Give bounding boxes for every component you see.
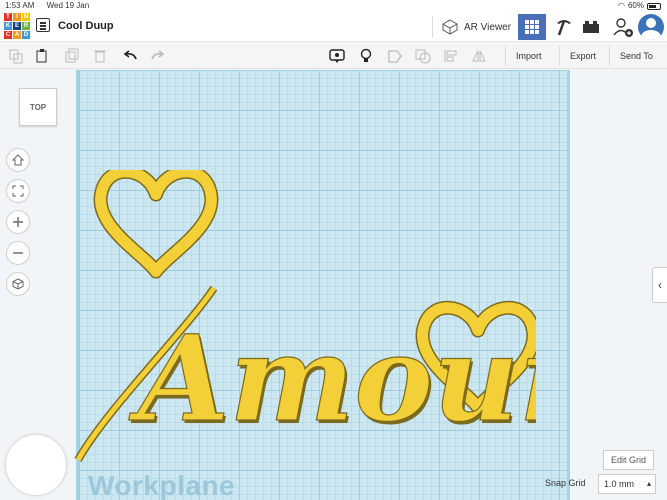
export-button[interactable]: Export: [559, 46, 606, 66]
perspective-button[interactable]: [6, 272, 30, 296]
ar-cube-icon: [442, 19, 458, 35]
logo-letter: R: [22, 22, 30, 30]
edit-toolbar: Import Export Send To: [0, 43, 667, 69]
delete-icon[interactable]: [92, 48, 108, 64]
undo-icon[interactable]: [122, 48, 138, 64]
logo-letter: T: [4, 13, 12, 21]
battery-icon: [647, 2, 661, 10]
logo-letter: D: [22, 31, 30, 39]
snap-grid-label: Snap Grid: [545, 478, 586, 488]
logo-letter: A: [13, 31, 21, 39]
edit-grid-button[interactable]: Edit Grid: [603, 450, 655, 470]
chevron-left-icon: ‹: [658, 278, 662, 292]
battery-percent: 60%: [627, 1, 644, 10]
design-menu-icon[interactable]: [36, 18, 50, 32]
amour-text-model[interactable]: AmourAmour: [66, 170, 536, 480]
zoom-out-button[interactable]: [6, 241, 30, 265]
light-bulb-icon[interactable]: [358, 48, 374, 64]
wifi-icon: ◠: [618, 1, 625, 10]
home-icon: [12, 154, 24, 166]
cube-icon: [12, 278, 24, 290]
invite-user-icon[interactable]: [612, 16, 634, 38]
group-icon[interactable]: [415, 48, 431, 64]
duplicate-icon[interactable]: [64, 48, 80, 64]
tinkercad-logo[interactable]: TIN KER CAD: [4, 13, 30, 39]
logo-letter: E: [13, 22, 21, 30]
design-title[interactable]: Cool Duup: [58, 20, 114, 32]
status-time: 1:53 AM: [5, 1, 35, 10]
send-to-button[interactable]: Send To: [609, 46, 663, 66]
workspace-canvas[interactable]: Workplane TOP ‹ Edit Grid Snap Grid 1.0 …: [0, 70, 667, 500]
home-view-button[interactable]: [6, 148, 30, 172]
status-bar: 1:53 AM Wed 19 Jan ◠ 60%: [0, 0, 667, 12]
header-divider: [432, 16, 433, 38]
logo-letter: K: [4, 22, 12, 30]
logo-letter: C: [4, 31, 12, 39]
user-avatar[interactable]: [638, 14, 664, 40]
ar-viewer-button[interactable]: AR Viewer: [442, 16, 511, 38]
shape-solid-icon[interactable]: [387, 48, 403, 64]
grid-icon: [525, 20, 539, 34]
import-button[interactable]: Import: [505, 46, 552, 66]
view-cube[interactable]: TOP: [19, 88, 57, 126]
fit-view-button[interactable]: [6, 179, 30, 203]
3d-view-button[interactable]: [518, 14, 546, 40]
logo-letter: N: [22, 13, 30, 21]
app-header: TIN KER CAD Cool Duup AR Viewer: [0, 12, 667, 42]
status-date: Wed 19 Jan: [46, 1, 90, 10]
shapes-panel-toggle[interactable]: ‹: [652, 267, 667, 303]
align-icon[interactable]: [443, 48, 459, 64]
paste-icon[interactable]: [34, 48, 50, 64]
snap-grid-select[interactable]: 1.0 mm: [598, 474, 656, 494]
amour-script-text: Amour: [128, 309, 536, 448]
pickaxe-icon[interactable]: [554, 17, 574, 37]
mirror-icon[interactable]: [471, 48, 487, 64]
navigation-joystick[interactable]: [5, 434, 67, 496]
plus-icon: [13, 217, 23, 227]
left-heart-shape[interactable]: [93, 170, 219, 279]
ar-viewer-label: AR Viewer: [464, 21, 512, 33]
copy-icon[interactable]: [8, 48, 24, 64]
redo-icon[interactable]: [150, 48, 166, 64]
notes-icon[interactable]: [329, 48, 345, 64]
bricks-icon[interactable]: [582, 20, 600, 34]
minus-icon: [13, 252, 23, 254]
logo-letter: I: [13, 13, 21, 21]
zoom-in-button[interactable]: [6, 210, 30, 234]
fit-all-icon: [12, 185, 24, 197]
